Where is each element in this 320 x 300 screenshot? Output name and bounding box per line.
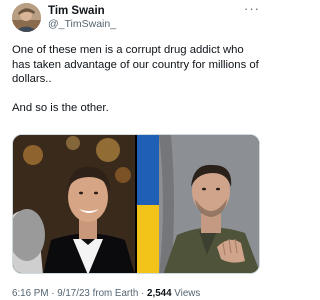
- tweet-paragraph: One of these men is a corrupt drug addic…: [12, 44, 259, 85]
- tweet-paragraph: And so is the other.: [12, 101, 109, 114]
- avatar[interactable]: [12, 3, 41, 32]
- display-name[interactable]: Tim Swain: [48, 5, 116, 18]
- tweet: Tim Swain @_TimSwain_ ··· One of these m…: [0, 0, 272, 300]
- timestamp[interactable]: 6:16 PM · 9/17/23 from Earth ·: [12, 288, 147, 299]
- more-horizontal-icon[interactable]: ···: [242, 2, 262, 17]
- tweet-meta: 6:16 PM · 9/17/23 from Earth · 2,544 Vie…: [12, 288, 200, 300]
- author-names: Tim Swain @_TimSwain_: [48, 5, 116, 31]
- media-grid: [12, 134, 260, 274]
- media-photo-left[interactable]: [13, 135, 135, 273]
- views-label: Views: [171, 288, 201, 299]
- media-photo-right[interactable]: [137, 135, 259, 273]
- views-count[interactable]: 2,544: [147, 288, 172, 299]
- handle[interactable]: @_TimSwain_: [48, 18, 116, 31]
- tweet-text: One of these men is a corrupt drug addic…: [12, 43, 262, 115]
- tweet-header: Tim Swain @_TimSwain_ ···: [12, 2, 262, 33]
